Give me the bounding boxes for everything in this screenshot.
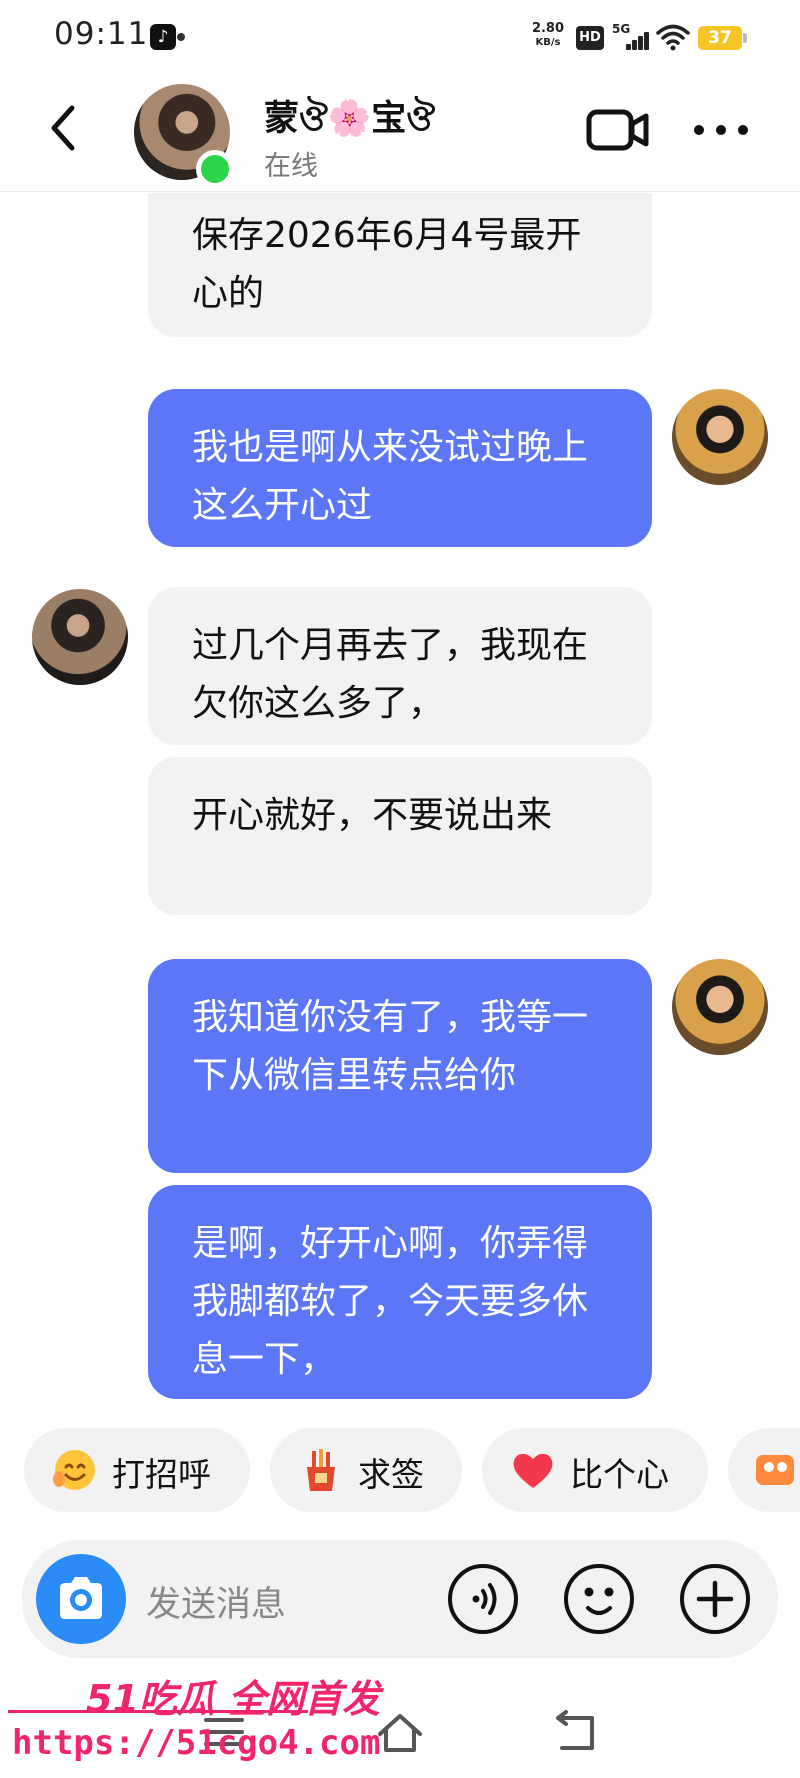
voice-message-icon[interactable] [446,1562,520,1636]
quick-reply-label: 求签 [358,1455,424,1494]
watermark-url: https://51cgo4.com [12,1723,381,1763]
watermark-divider [8,1710,308,1713]
quick-reply-heart[interactable]: 比个心 [482,1428,708,1512]
message-composer: 发送消息 [22,1540,778,1658]
quick-reply-fortune[interactable]: 求签 [270,1428,462,1512]
heart-icon [513,1453,553,1488]
status-bar: 09:11 ♪ 2.80 KB/s HD 5G 37 [0,0,800,70]
photo-group-icon [756,1455,794,1485]
network-speed: 2.80 KB/s [528,22,568,50]
message-input[interactable]: 发送消息 [146,1576,286,1627]
camera-icon [60,1577,102,1619]
battery-icon: 37 [698,26,747,50]
message-bubble-incoming[interactable]: 开心就好，不要说出来 [148,757,652,915]
plus-icon[interactable] [678,1562,752,1636]
notification-dot-icon [177,33,185,41]
message-bubble-incoming[interactable]: 过几个月再去了，我现在欠你这么多了， [148,587,652,745]
hd-icon: HD [576,26,604,50]
back-nav-icon[interactable] [548,1708,604,1756]
emoji-icon[interactable] [562,1562,636,1636]
chat-header: 蒙ঔ🌸宝ঔ 在线 [0,70,800,192]
quick-reply-label: 比个心 [570,1455,669,1494]
my-avatar[interactable] [672,389,768,485]
online-indicator-icon [196,150,234,188]
message-bubble-outgoing[interactable]: 我也是啊从来没试过晚上这么开心过 [148,389,652,547]
cellular-signal-icon: 5G [612,22,649,52]
camera-button[interactable] [36,1554,126,1644]
smiley-wave-icon [53,1450,95,1490]
quick-reply-more[interactable] [728,1428,800,1512]
my-avatar[interactable] [672,959,768,1055]
network-speed-value: 2.80 [531,21,565,36]
network-speed-unit: KB/s [535,37,561,48]
back-arrow-icon[interactable] [44,100,84,156]
message-bubble-outgoing[interactable]: 是啊，好开心啊，你弄得我脚都软了，今天要多休息一下， [148,1185,652,1399]
message-bubble-outgoing[interactable]: 我知道你没有了，我等一下从微信里转点给你 [148,959,652,1173]
message-bubble-incoming[interactable]: 保存2026年6月4号最开心的 [148,193,652,337]
quick-reply-bar: 打招呼 求签 比个心 [0,1428,800,1514]
video-call-icon[interactable] [586,108,650,152]
wifi-icon [656,24,690,51]
fortune-sticks-icon [307,1449,335,1491]
status-time: 09:11 [54,16,149,52]
contact-name[interactable]: 蒙ঔ🌸宝ঔ [264,90,435,150]
network-type: 5G [612,22,631,36]
watermark-logo: 51吃瓜 全网首发 [86,1677,381,1721]
quick-reply-label: 打招呼 [112,1455,211,1494]
message-list[interactable]: 保存2026年6月4号最开心的 我也是啊从来没试过晚上这么开心过 过几个月再去了… [0,193,800,1423]
more-options-icon[interactable] [690,112,752,148]
presence-status: 在线 [264,151,318,182]
tiktok-notification-icon: ♪ [150,24,176,50]
contact-message-avatar[interactable] [32,589,128,685]
quick-reply-greet[interactable]: 打招呼 [24,1428,250,1512]
